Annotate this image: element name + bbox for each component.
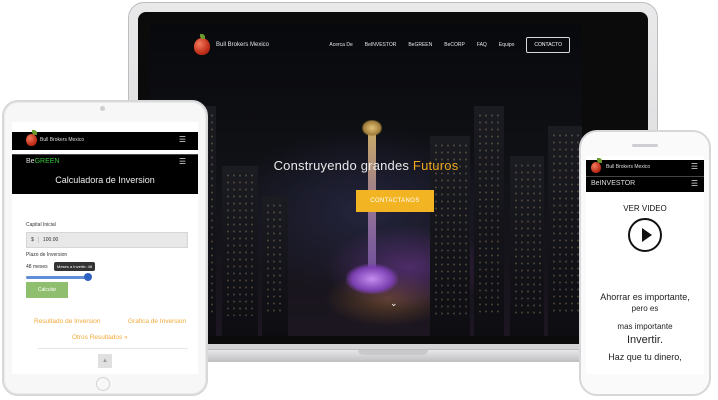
nav-link-equipo[interactable]: Equipo [499, 42, 515, 48]
body-text-line: Ahorrar es importante, [600, 292, 690, 302]
calculate-button[interactable]: Calcular [26, 282, 68, 298]
section-highlight: GREEN [34, 158, 60, 165]
apple-logo-icon[interactable] [591, 158, 602, 173]
site-navbar: Bull Brokers Mexico Acerca De BeINVESTOR… [150, 24, 582, 66]
results-link[interactable]: Resultado de Inversion [34, 318, 101, 325]
tablet-home-button [96, 377, 110, 391]
slider-tooltip: Meses a Invertir: 48 [54, 262, 96, 271]
chart-link[interactable]: Grafica de Inversion [128, 318, 186, 325]
body-text-line: pero es [631, 304, 659, 313]
tablet-brand[interactable]: Bull Brokers Mexico [40, 137, 84, 143]
body-text-line: Invertir. [626, 334, 664, 346]
monument-angel [362, 120, 382, 136]
capital-value[interactable]: 100.00 [39, 237, 58, 243]
divider [38, 348, 188, 349]
nav-link-begreen[interactable]: BeGREEN [408, 42, 432, 48]
section-menu-icon[interactable]: ☰ [179, 157, 186, 166]
contact-button[interactable]: CONTACTO [526, 37, 570, 53]
monument-base [346, 264, 398, 294]
apple-logo-icon[interactable] [194, 34, 210, 55]
phone-screen: Bull Brokers Mexico ☰ BeINVESTOR ☰ VER V… [586, 156, 704, 374]
nav-link-beinvestor[interactable]: BeINVESTOR [365, 42, 397, 48]
skyline-building [222, 166, 258, 336]
phone-brand[interactable]: Bull Brokers Mexico [606, 164, 650, 170]
tablet-navbar: Bull Brokers Mexico ☰ [12, 130, 198, 150]
capital-label: Capital Inicial [26, 222, 56, 228]
skyline-building [474, 106, 504, 336]
tablet-section-bar: BeGREEN ☰ [12, 154, 198, 170]
tablet-screen: Bull Brokers Mexico ☰ BeGREEN ☰ Calculad… [12, 122, 198, 374]
hero-title: Construyendo grandes Futuros [150, 158, 582, 173]
calculator-header: Calculadora de Inversion [12, 170, 198, 194]
more-results-link[interactable]: Otros Resultados » [72, 334, 128, 341]
hamburger-menu-icon[interactable]: ☰ [179, 135, 186, 144]
phone-speaker [632, 144, 658, 147]
nav-link-acerca[interactable]: Acerca De [329, 42, 352, 48]
tablet-section-title: BeGREEN [26, 158, 59, 165]
body-text-line: Haz que tu dinero, [608, 352, 682, 362]
apple-logo-icon[interactable] [26, 130, 37, 146]
skyline-building [262, 196, 288, 336]
scroll-down-chevron-icon[interactable]: ⌄ [390, 298, 398, 309]
phone-section-title: BeINVESTOR [591, 180, 636, 187]
nav-links: Acerca De BeINVESTOR BeGREEN BeCORP FAQ … [329, 37, 570, 53]
term-label: Plazo de Inversion [26, 252, 68, 258]
skyline-building [510, 156, 544, 336]
hero-title-main: Construyendo grandes [273, 158, 413, 173]
capital-input[interactable]: $ 100.00 [26, 232, 188, 248]
term-slider-thumb[interactable] [84, 273, 92, 281]
section-menu-icon[interactable]: ☰ [691, 179, 698, 188]
phone-navbar: Bull Brokers Mexico ☰ [586, 158, 704, 176]
phone-section-bar: BeINVESTOR ☰ [586, 176, 704, 192]
brand-name[interactable]: Bull Brokers Mexico [216, 42, 269, 48]
calculator-title: Calculadora de Inversion [55, 175, 155, 185]
laptop-screen: Bull Brokers Mexico Acerca De BeINVESTOR… [150, 24, 582, 336]
term-slider-track[interactable] [26, 276, 88, 279]
nav-link-faq[interactable]: FAQ [477, 42, 487, 48]
nav-link-becorp[interactable]: BeCORP [444, 42, 465, 48]
video-label: VER VIDEO [623, 204, 667, 213]
play-video-icon[interactable] [628, 218, 662, 252]
hero-title-accent: Futuros [412, 158, 459, 173]
contactanos-button[interactable]: CONTACTANOS [356, 190, 434, 212]
currency-prefix: $ [27, 237, 39, 243]
section-prefix: Be [26, 158, 35, 165]
hamburger-menu-icon[interactable]: ☰ [691, 162, 698, 171]
body-text-line: mas importante [617, 322, 673, 331]
laptop-notch [358, 350, 428, 355]
scroll-up-icon[interactable]: ▲ [98, 354, 112, 368]
term-value: 48 meses [26, 264, 48, 270]
tablet-camera [100, 106, 105, 111]
